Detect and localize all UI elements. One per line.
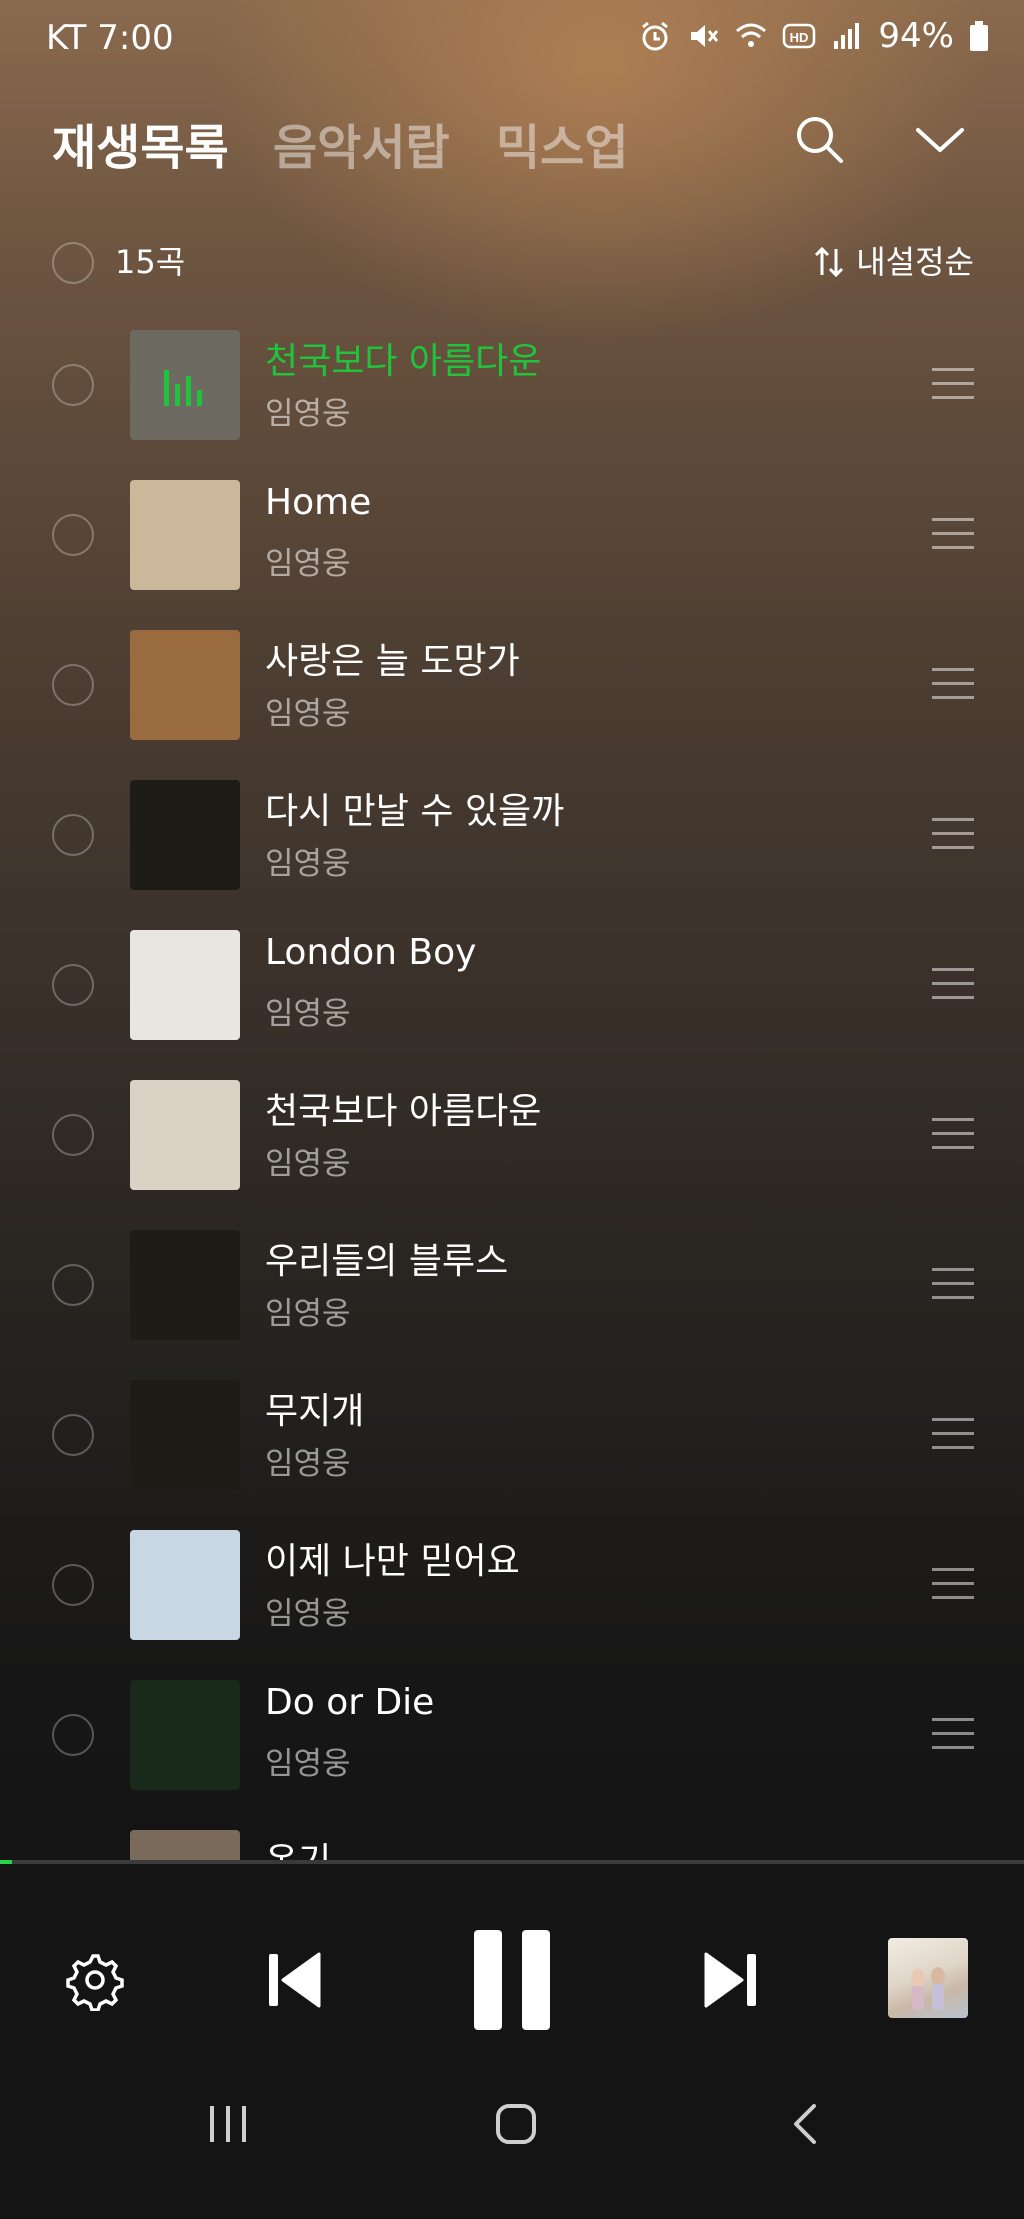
track-title: 우리들의 블루스	[265, 1241, 509, 1282]
drag-handle-icon[interactable]	[932, 1718, 974, 1750]
track-row[interactable]: Do or Die 임영웅	[0, 1680, 1024, 1830]
now-playing-album-art[interactable]	[888, 1938, 968, 2018]
track-title: 이제 나만 믿어요	[265, 1541, 520, 1582]
drag-handle-icon[interactable]	[932, 368, 974, 400]
drag-handle-icon[interactable]	[932, 1568, 974, 1600]
track-artist: 임영웅	[265, 546, 351, 582]
tab-mixup[interactable]: 믹스업	[496, 108, 628, 178]
now-playing-equalizer-icon	[160, 364, 210, 406]
wifi-icon	[736, 23, 767, 47]
album-art-graphic	[911, 1967, 945, 2010]
header: 재생목록 음악서랍 믹스업	[0, 100, 1024, 180]
select-all-radio[interactable]	[52, 242, 94, 284]
battery-percent: 94%	[878, 16, 954, 56]
track-row[interactable]: 이제 나만 믿어요임영웅	[0, 1530, 1024, 1680]
track-row[interactable]: 천국보다 아름다운임영웅	[0, 330, 1024, 480]
next-icon[interactable]	[702, 1950, 760, 2010]
sort-button[interactable]: 내설정순	[812, 240, 974, 284]
back-icon[interactable]	[788, 2102, 822, 2146]
album-art	[130, 1080, 240, 1190]
track-title: 천국보다 아름다운	[265, 341, 542, 382]
track-artist: 임영웅	[265, 1746, 351, 1782]
track-row[interactable]: 우리들의 블루스임영웅	[0, 1230, 1024, 1380]
sort-label: 내설정순	[856, 243, 974, 281]
track-artist: 임영웅	[265, 1146, 351, 1182]
track-title: 천국보다 아름다운	[265, 1091, 542, 1132]
track-row[interactable]: 다시 만날 수 있을까임영웅	[0, 780, 1024, 930]
track-select-radio[interactable]	[52, 1714, 94, 1756]
track-artist: 임영웅	[265, 1596, 351, 1632]
previous-icon[interactable]	[265, 1950, 323, 2010]
drag-handle-icon[interactable]	[932, 668, 974, 700]
hd-voice-icon: HD	[783, 23, 816, 49]
mute-icon	[691, 25, 719, 47]
track-artist: 임영웅	[265, 396, 351, 432]
track-title: 사랑은 늘 도망가	[265, 641, 520, 682]
track-title: London Boy	[265, 932, 477, 973]
track-select-radio[interactable]	[52, 1414, 94, 1456]
settings-icon[interactable]	[64, 1949, 126, 2011]
track-artist: 임영웅	[265, 1296, 351, 1332]
sort-icon	[815, 246, 844, 278]
drag-handle-icon[interactable]	[932, 968, 974, 1000]
album-art	[130, 1530, 240, 1640]
track-row[interactable]: London Boy 임영웅	[0, 930, 1024, 1080]
album-art	[130, 1830, 240, 1860]
track-row[interactable]: 사랑은 늘 도망가임영웅	[0, 630, 1024, 780]
album-art	[130, 780, 240, 890]
recents-icon[interactable]	[206, 2104, 250, 2144]
track-select-radio[interactable]	[52, 1114, 94, 1156]
track-count: 15곡	[115, 243, 186, 281]
album-art	[130, 480, 240, 590]
track-artist: 임영웅	[265, 846, 351, 882]
track-select-radio[interactable]	[52, 1264, 94, 1306]
track-select-radio[interactable]	[52, 964, 94, 1006]
track-select-radio[interactable]	[52, 1564, 94, 1606]
track-artist: 임영웅	[265, 996, 351, 1032]
tab-playlist[interactable]: 재생목록	[52, 108, 229, 178]
signal-icon	[834, 23, 860, 49]
album-art	[130, 1380, 240, 1490]
track-title: Home	[265, 482, 372, 523]
album-art	[130, 630, 240, 740]
drag-handle-icon[interactable]	[932, 1418, 974, 1450]
drag-handle-icon[interactable]	[932, 1118, 974, 1150]
chevron-down-icon[interactable]	[910, 110, 970, 170]
carrier-time: KT 7:00	[46, 18, 174, 58]
track-row[interactable]: 무지개임영웅	[0, 1380, 1024, 1530]
track-title: 다시 만날 수 있을까	[265, 791, 565, 832]
track-title: Do or Die	[265, 1682, 435, 1723]
battery-icon	[970, 21, 988, 51]
tab-music-drawer[interactable]: 음악서랍	[273, 108, 450, 178]
track-artist: 임영웅	[265, 1446, 351, 1482]
album-art	[130, 1230, 240, 1340]
track-artist: 임영웅	[265, 696, 351, 732]
status-bar: KT 7:00 HD 94%	[0, 0, 1024, 80]
player-bar	[0, 1864, 1024, 2064]
track-row[interactable]: 천국보다 아름다운임영웅	[0, 1080, 1024, 1230]
track-row[interactable]: 온기	[0, 1830, 1024, 1860]
drag-handle-icon[interactable]	[932, 518, 974, 550]
track-title: 온기	[265, 1832, 331, 1860]
track-select-radio[interactable]	[52, 514, 94, 556]
drag-handle-icon[interactable]	[932, 1268, 974, 1300]
track-select-radio[interactable]	[52, 364, 94, 406]
drag-handle-icon[interactable]	[932, 818, 974, 850]
system-navigation-bar	[0, 2064, 1024, 2219]
home-icon[interactable]	[494, 2102, 538, 2146]
track-title: 무지개	[265, 1391, 365, 1432]
track-row[interactable]: Home 임영웅	[0, 480, 1024, 630]
track-list: 천국보다 아름다운 임영웅 Home 임영웅 사랑은 늘 도망가 임영웅 다시 만날 수 있…	[0, 330, 1024, 1860]
alarm-icon	[642, 21, 669, 51]
list-toolbar: 15곡 내설정순	[0, 240, 1024, 300]
track-select-radio[interactable]	[52, 664, 94, 706]
track-select-radio[interactable]	[52, 814, 94, 856]
album-art	[130, 930, 240, 1040]
svg-text:HD: HD	[790, 30, 809, 45]
pause-icon[interactable]	[470, 1928, 554, 2032]
album-art	[130, 1680, 240, 1790]
search-icon[interactable]	[790, 110, 850, 170]
